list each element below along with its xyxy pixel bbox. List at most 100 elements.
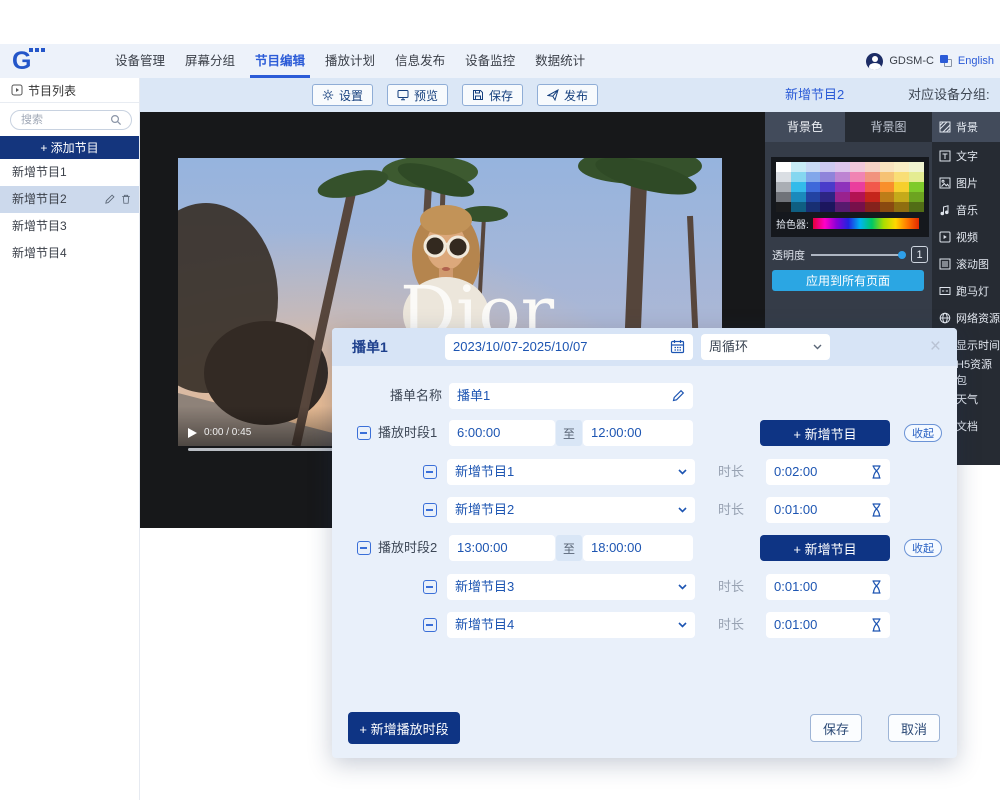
palette-color[interactable] xyxy=(791,182,806,192)
palette-color[interactable] xyxy=(894,202,909,212)
palette-color[interactable] xyxy=(909,172,924,182)
palette-color[interactable] xyxy=(820,162,835,172)
palette-color[interactable] xyxy=(865,202,880,212)
hourglass-icon[interactable] xyxy=(871,618,882,632)
duration-input-4[interactable]: 0:01:00 xyxy=(766,612,890,638)
palette-color[interactable] xyxy=(776,202,791,212)
section-2-end-input[interactable]: 18:00:00 xyxy=(583,535,693,561)
preview-button[interactable]: 预览 xyxy=(387,84,448,106)
palette-color[interactable] xyxy=(894,162,909,172)
palette-color[interactable] xyxy=(850,162,865,172)
opacity-slider[interactable] xyxy=(811,254,905,256)
tool-background[interactable]: 背景 xyxy=(932,112,1000,142)
publish-button[interactable]: 发布 xyxy=(537,84,598,106)
palette-color[interactable] xyxy=(791,202,806,212)
palette-color[interactable] xyxy=(806,172,821,182)
palette-color[interactable] xyxy=(791,162,806,172)
program-select-2[interactable]: 新增节目2 xyxy=(447,497,695,523)
palette-color[interactable] xyxy=(835,162,850,172)
tool-text[interactable]: 文字 xyxy=(932,142,1000,169)
palette-color[interactable] xyxy=(880,172,895,182)
save-button[interactable]: 保存 xyxy=(462,84,523,106)
sidebar-item-program-4[interactable]: 新增节目4 xyxy=(0,240,139,267)
hourglass-icon[interactable] xyxy=(871,465,882,479)
tool-image[interactable]: 图片 xyxy=(932,169,1000,196)
palette-color[interactable] xyxy=(850,182,865,192)
remove-section-icon[interactable] xyxy=(357,426,371,440)
tool-marquee[interactable]: 跑马灯 xyxy=(932,277,1000,304)
sidebar-item-program-3[interactable]: 新增节目3 xyxy=(0,213,139,240)
palette-color[interactable] xyxy=(850,192,865,202)
palette-color[interactable] xyxy=(791,172,806,182)
edit-pencil-icon[interactable] xyxy=(104,194,115,205)
palette-color[interactable] xyxy=(806,162,821,172)
rainbow-picker-bar[interactable] xyxy=(813,218,919,229)
program-select-3[interactable]: 新增节目3 xyxy=(447,574,695,600)
slider-handle-icon[interactable] xyxy=(898,251,906,259)
hourglass-icon[interactable] xyxy=(871,503,882,517)
palette-color[interactable] xyxy=(850,172,865,182)
close-icon[interactable]: × xyxy=(930,334,941,360)
section-1-start-input[interactable]: 6:00:00 xyxy=(449,420,555,446)
add-program-to-section-1-button[interactable]: + 新增节目 xyxy=(760,420,890,446)
search-icon[interactable] xyxy=(110,114,122,126)
palette-color[interactable] xyxy=(909,182,924,192)
language-toggle[interactable]: English xyxy=(958,55,994,67)
nav-device-monitor[interactable]: 设备监控 xyxy=(460,44,520,78)
palette-color[interactable] xyxy=(865,162,880,172)
user-avatar-icon[interactable] xyxy=(866,53,883,70)
settings-button[interactable]: 设置 xyxy=(312,84,373,106)
nav-program-edit[interactable]: 节目编辑 xyxy=(250,44,310,78)
palette-color[interactable] xyxy=(776,192,791,202)
play-icon[interactable] xyxy=(188,428,197,438)
palette-color[interactable] xyxy=(865,172,880,182)
sidebar-item-program-2[interactable]: 新增节目2 xyxy=(0,186,139,213)
tool-web-resource[interactable]: 网络资源 xyxy=(932,304,1000,331)
palette-color[interactable] xyxy=(820,172,835,182)
save-playlist-button[interactable]: 保存 xyxy=(810,714,862,742)
palette-color[interactable] xyxy=(850,202,865,212)
edit-pencil-icon[interactable] xyxy=(671,389,685,403)
remove-program-icon[interactable] xyxy=(423,465,437,479)
palette-color[interactable] xyxy=(909,162,924,172)
remove-program-icon[interactable] xyxy=(423,580,437,594)
cancel-button[interactable]: 取消 xyxy=(888,714,940,742)
add-program-to-section-2-button[interactable]: + 新增节目 xyxy=(760,535,890,561)
cycle-select[interactable]: 周循环 xyxy=(701,334,830,360)
date-range-input[interactable]: 2023/10/07-2025/10/07 xyxy=(445,334,693,360)
collapse-section-2-button[interactable]: 收起 xyxy=(904,539,942,557)
section-1-end-input[interactable]: 12:00:00 xyxy=(583,420,693,446)
tab-background-image[interactable]: 背景图 xyxy=(845,112,932,142)
palette-color[interactable] xyxy=(776,182,791,192)
palette-color[interactable] xyxy=(909,192,924,202)
palette-color[interactable] xyxy=(776,172,791,182)
program-select-4[interactable]: 新增节目4 xyxy=(447,612,695,638)
add-section-button[interactable]: + 新增播放时段 xyxy=(348,712,460,744)
duration-input-1[interactable]: 0:02:00 xyxy=(766,459,890,485)
palette-color[interactable] xyxy=(894,172,909,182)
palette-color[interactable] xyxy=(835,172,850,182)
apply-all-pages-button[interactable]: 应用到所有页面 xyxy=(772,270,924,291)
tool-music[interactable]: 音乐 xyxy=(932,196,1000,223)
nav-info-publish[interactable]: 信息发布 xyxy=(390,44,450,78)
palette-color[interactable] xyxy=(835,202,850,212)
duration-input-2[interactable]: 0:01:00 xyxy=(766,497,890,523)
palette-color[interactable] xyxy=(880,192,895,202)
add-program-button[interactable]: + 添加节目 xyxy=(0,136,139,159)
hourglass-icon[interactable] xyxy=(871,580,882,594)
nav-data-statistics[interactable]: 数据统计 xyxy=(530,44,590,78)
palette-color[interactable] xyxy=(806,182,821,192)
palette-color[interactable] xyxy=(791,192,806,202)
tool-video[interactable]: 视频 xyxy=(932,223,1000,250)
remove-program-icon[interactable] xyxy=(423,503,437,517)
nav-screen-groups[interactable]: 屏幕分组 xyxy=(180,44,240,78)
tab-background-color[interactable]: 背景色 xyxy=(765,112,845,142)
palette-color[interactable] xyxy=(865,182,880,192)
opacity-value[interactable]: 1 xyxy=(911,246,928,263)
calendar-icon[interactable] xyxy=(670,339,685,354)
remove-section-icon[interactable] xyxy=(357,541,371,555)
section-2-start-input[interactable]: 13:00:00 xyxy=(449,535,555,561)
collapse-section-1-button[interactable]: 收起 xyxy=(904,424,942,442)
program-select-1[interactable]: 新增节目1 xyxy=(447,459,695,485)
nav-play-schedule[interactable]: 播放计划 xyxy=(320,44,380,78)
